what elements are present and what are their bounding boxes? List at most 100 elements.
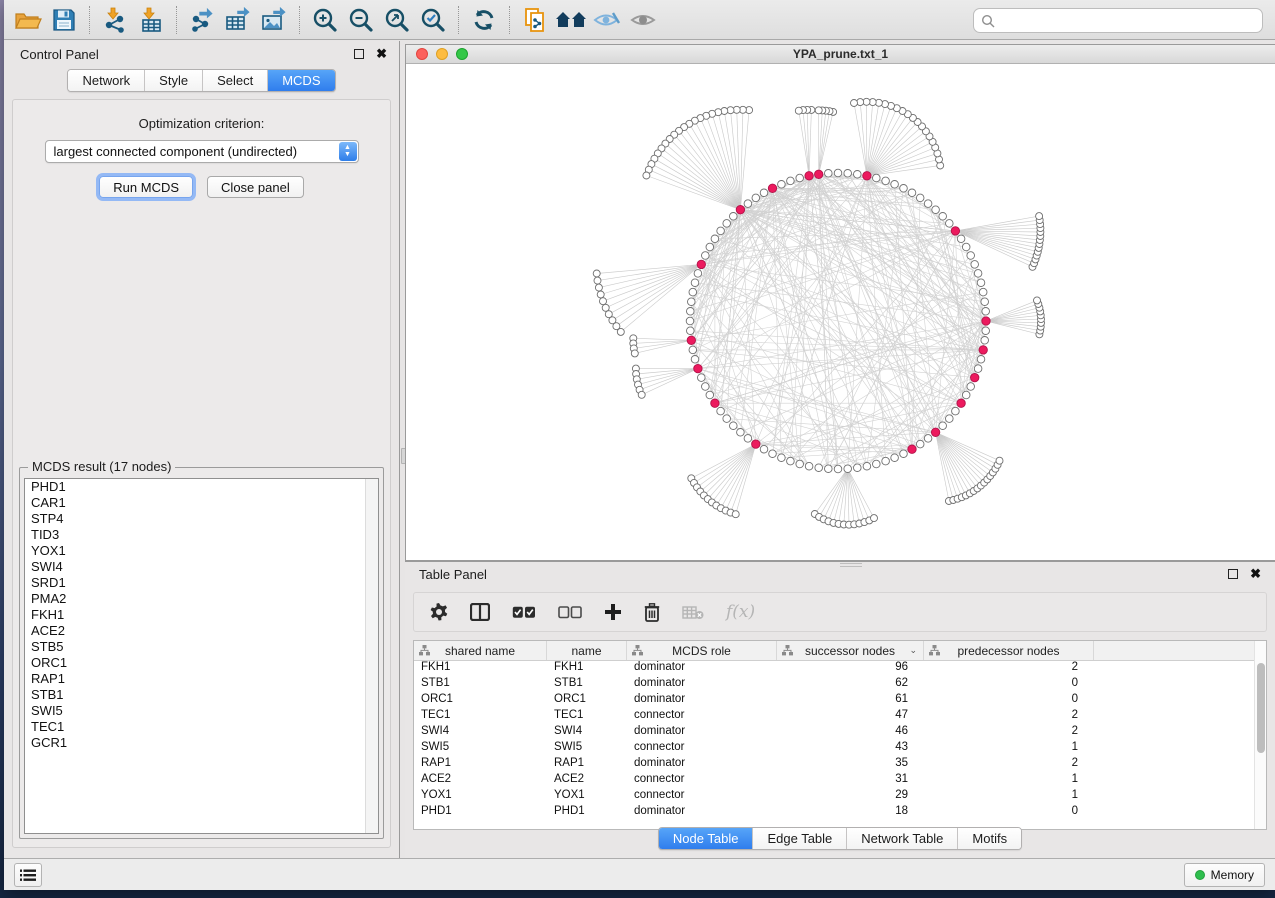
tab-network-table[interactable]: Network Table xyxy=(847,828,958,849)
show-all-button[interactable] xyxy=(625,4,661,36)
table-row[interactable]: SWI5SWI5connector431 xyxy=(414,741,1266,757)
add-column-button[interactable] xyxy=(604,603,622,621)
tab-select[interactable]: Select xyxy=(203,70,268,91)
cell-successor-nodes: 18 xyxy=(777,805,924,821)
table-row[interactable]: TEC1TEC1connector472 xyxy=(414,709,1266,725)
tab-edge-table[interactable]: Edge Table xyxy=(753,828,847,849)
table-scrollbar-thumb[interactable] xyxy=(1257,663,1265,753)
mcds-result-item: SRD1 xyxy=(25,575,378,591)
select-all-button[interactable] xyxy=(512,606,536,619)
table-row[interactable]: PHD1PHD1dominator180 xyxy=(414,805,1266,821)
table-row[interactable]: ACE2ACE2connector311 xyxy=(414,773,1266,789)
table-row[interactable]: ORC1ORC1dominator610 xyxy=(414,693,1266,709)
show-panels-button[interactable] xyxy=(14,863,42,887)
hierarchy-icon xyxy=(929,645,940,656)
cell-MCDS-role: dominator xyxy=(627,725,777,741)
column-header-filler xyxy=(1094,641,1266,660)
import-network-icon xyxy=(102,7,128,33)
cell-predecessor-nodes: 2 xyxy=(924,661,1094,677)
tab-motifs[interactable]: Motifs xyxy=(958,828,1021,849)
table-row[interactable]: FKH1FKH1dominator962 xyxy=(414,661,1266,677)
table-row[interactable]: SWI4SWI4dominator462 xyxy=(414,725,1266,741)
float-window-button[interactable] xyxy=(354,49,364,59)
network-canvas[interactable] xyxy=(406,64,1275,560)
show-column-panel-button[interactable] xyxy=(470,603,490,621)
export-table-button[interactable] xyxy=(220,4,256,36)
tab-node-table[interactable]: Node Table xyxy=(659,828,754,849)
table-row[interactable]: RAP1RAP1dominator352 xyxy=(414,757,1266,773)
zoom-fit-button[interactable] xyxy=(379,4,415,36)
table-row[interactable]: YOX1YOX1connector291 xyxy=(414,789,1266,805)
mcds-result-list[interactable]: PHD1CAR1STP4TID3YOX1SWI4SRD1PMA2FKH1ACE2… xyxy=(24,478,379,834)
zoom-selected-icon xyxy=(420,7,446,33)
toolbar-separator xyxy=(458,6,459,34)
tab-mcds[interactable]: MCDS xyxy=(268,70,334,91)
hide-selected-button[interactable] xyxy=(589,4,625,36)
cell-shared-name: FKH1 xyxy=(414,661,547,677)
save-session-button[interactable] xyxy=(46,4,82,36)
deselect-all-button[interactable] xyxy=(558,606,582,619)
export-image-button[interactable] xyxy=(256,4,292,36)
column-label: shared name xyxy=(445,644,515,658)
mcds-result-item: FKH1 xyxy=(25,607,378,623)
toolbar-separator xyxy=(176,6,177,34)
optimization-criterion-label: Optimization criterion: xyxy=(13,116,390,131)
import-network-button[interactable] xyxy=(97,4,133,36)
function-builder-button-disabled: f(x) xyxy=(726,602,755,622)
mcds-result-item: SWI5 xyxy=(25,703,378,719)
table-scrollbar[interactable] xyxy=(1254,641,1266,829)
refresh-button[interactable] xyxy=(466,4,502,36)
delete-column-button[interactable] xyxy=(644,603,660,622)
cell-MCDS-role: connector xyxy=(627,789,777,805)
network-window-title: YPA_prune.txt_1 xyxy=(406,47,1275,61)
column-header-name[interactable]: name xyxy=(547,641,627,660)
cell-name: ACE2 xyxy=(547,773,627,789)
cell-shared-name: PHD1 xyxy=(414,805,547,821)
copy-network-button[interactable] xyxy=(517,4,553,36)
run-mcds-button[interactable]: Run MCDS xyxy=(99,176,193,198)
mcds-result-item: RAP1 xyxy=(25,671,378,687)
cell-predecessor-nodes: 1 xyxy=(924,741,1094,757)
tab-style[interactable]: Style xyxy=(145,70,203,91)
zoom-in-button[interactable] xyxy=(307,4,343,36)
import-table-button[interactable] xyxy=(133,4,169,36)
close-panel-button[interactable]: ✖ xyxy=(376,49,387,59)
network-window-titlebar[interactable]: YPA_prune.txt_1 xyxy=(406,45,1275,64)
tab-network[interactable]: Network xyxy=(68,70,145,91)
export-network-button[interactable] xyxy=(184,4,220,36)
first-neighbors-button[interactable] xyxy=(553,4,589,36)
table-settings-button[interactable] xyxy=(430,603,448,621)
zoom-out-icon xyxy=(348,7,374,33)
column-label: successor nodes xyxy=(805,644,895,658)
gear-icon xyxy=(430,603,448,621)
column-header-MCDS-role[interactable]: MCDS role xyxy=(627,641,777,660)
fan-edges xyxy=(597,102,1041,525)
refresh-icon xyxy=(471,7,497,33)
optimization-criterion-select[interactable]: largest connected component (undirected)… xyxy=(45,140,359,163)
table-header-row: shared name nameMCDS rolesuccessor nodes⌄… xyxy=(414,641,1266,661)
cell-predecessor-nodes: 1 xyxy=(924,773,1094,789)
search-input[interactable] xyxy=(995,14,1262,28)
list-icon xyxy=(20,869,36,882)
cell-predecessor-nodes: 2 xyxy=(924,709,1094,725)
cell-name: TEC1 xyxy=(547,709,627,725)
search-field[interactable] xyxy=(973,8,1263,33)
column-header-shared-name[interactable]: shared name xyxy=(414,641,547,660)
zoom-out-button[interactable] xyxy=(343,4,379,36)
mcds-result-item: YOX1 xyxy=(25,543,378,559)
column-header-predecessor-nodes[interactable]: predecessor nodes xyxy=(924,641,1094,660)
memory-button[interactable]: Memory xyxy=(1184,863,1265,887)
float-table-panel-button[interactable] xyxy=(1228,569,1238,579)
column-header-successor-nodes[interactable]: successor nodes⌄ xyxy=(777,641,924,660)
close-table-panel-button[interactable]: ✖ xyxy=(1250,569,1261,579)
mcds-list-scrollbar[interactable] xyxy=(365,479,378,833)
zoom-selected-button[interactable] xyxy=(415,4,451,36)
table-panel-splitter-handle[interactable] xyxy=(840,563,862,567)
node-table: shared name nameMCDS rolesuccessor nodes⌄… xyxy=(413,640,1267,830)
table-row[interactable]: STB1STB1dominator620 xyxy=(414,677,1266,693)
application-window: Control Panel ✖ NetworkStyleSelectMCDS O… xyxy=(4,0,1275,890)
mcds-result-item: TID3 xyxy=(25,527,378,543)
open-file-button[interactable] xyxy=(10,4,46,36)
mcds-result-item: STB1 xyxy=(25,687,378,703)
close-panel-button-2[interactable]: Close panel xyxy=(207,176,304,198)
